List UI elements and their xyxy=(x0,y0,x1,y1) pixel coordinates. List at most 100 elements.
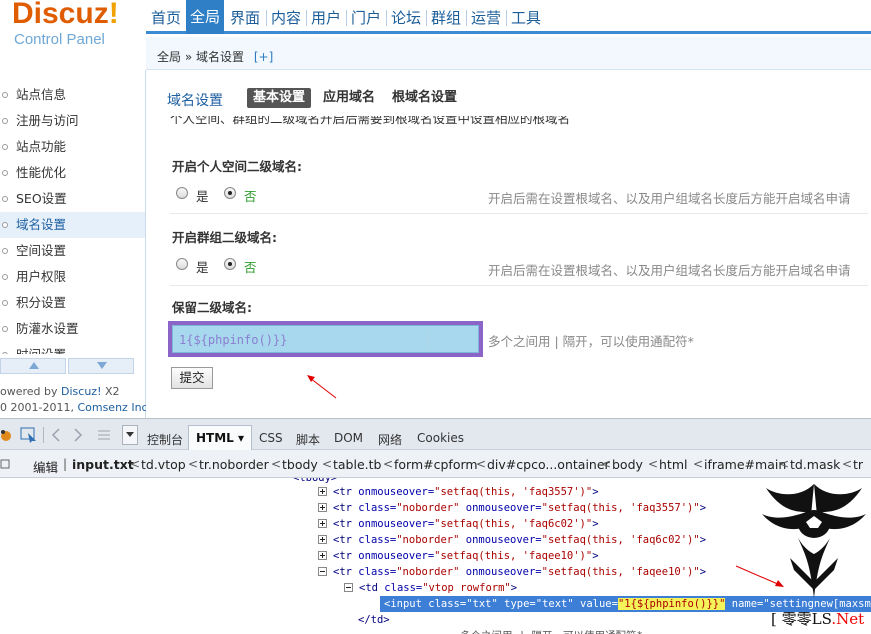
crumb-separator: < xyxy=(601,457,612,471)
topnav-users[interactable]: 用户 xyxy=(308,4,344,34)
sidebar-item-user-permissions[interactable]: 用户权限 xyxy=(0,264,145,290)
tab-app-domains[interactable]: 应用域名 xyxy=(317,88,381,108)
arrow-down-icon xyxy=(97,362,107,369)
collapse-icon[interactable] xyxy=(318,567,327,576)
sidebar-item-domain[interactable]: 域名设置 xyxy=(0,212,145,238)
code-line[interactable]: <tr class="noborder" onmouseover="setfaq… xyxy=(318,564,706,580)
crumb-body[interactable]: body xyxy=(612,457,643,472)
discuz-link[interactable]: Discuz! xyxy=(61,385,101,398)
tab-html[interactable]: HTML ▾ xyxy=(188,425,253,451)
expand-icon[interactable] xyxy=(318,519,327,528)
topnav-home[interactable]: 首页 xyxy=(148,4,184,34)
brand: Discuz! Control Panel xyxy=(0,0,146,70)
sidebar-item-credits[interactable]: 积分设置 xyxy=(0,290,145,316)
inspect-icon[interactable] xyxy=(20,427,38,443)
topnav-operations[interactable]: 运营 xyxy=(468,4,504,34)
devtools-toolbar: 控制台 HTML ▾ CSS 脚本 DOM 网络 Cookies xyxy=(0,418,871,451)
space-yes-radio[interactable] xyxy=(176,187,188,199)
crumb-html[interactable]: html xyxy=(659,457,687,472)
tab-console[interactable]: 控制台 xyxy=(147,431,183,448)
firebug-icon[interactable] xyxy=(0,427,16,443)
crumb-table[interactable]: table.tb xyxy=(333,457,381,472)
crumb-form[interactable]: form#cpform xyxy=(394,457,478,472)
sidebar-item-seo[interactable]: SEO设置 xyxy=(0,186,145,212)
tribal-watermark-icon xyxy=(762,484,866,598)
sidebar-item-performance[interactable]: 性能优化 xyxy=(0,160,145,186)
watermark-prefix: [ xyxy=(771,610,782,628)
crumb-td[interactable]: td.vtop xyxy=(141,457,186,472)
expand-icon[interactable] xyxy=(318,503,327,512)
sidebar-item-space[interactable]: 空间设置 xyxy=(0,238,145,264)
crumb-div[interactable]: div#cpco...ontainer xyxy=(487,457,610,472)
code-line[interactable]: <tr onmouseover="setfaq(this, 'faqee10')… xyxy=(318,548,599,564)
expand-icon[interactable] xyxy=(318,551,327,560)
tab-cookies[interactable]: Cookies xyxy=(417,431,464,445)
breadcrumb-separator: » xyxy=(184,50,193,64)
crumb-separator: < xyxy=(383,457,394,471)
space-no-radio[interactable] xyxy=(224,187,236,199)
crumb-td-mask[interactable]: td.mask xyxy=(790,457,840,472)
add-shortcut-link[interactable]: [+] xyxy=(254,50,273,64)
topnav-global[interactable]: 全局 xyxy=(186,0,225,34)
toolbar-divider xyxy=(43,427,44,443)
forward-icon[interactable] xyxy=(72,427,84,443)
topnav-forum[interactable]: 论坛 xyxy=(388,4,424,34)
crumb-tr-last[interactable]: tr xyxy=(853,457,863,472)
nav-divider xyxy=(266,10,267,26)
sidebar-item-anti-spam[interactable]: 防灌水设置 xyxy=(0,316,145,342)
submit-button[interactable]: 提交 xyxy=(171,367,213,389)
tab-root-domain[interactable]: 根域名设置 xyxy=(386,88,463,108)
tab-dom[interactable]: DOM xyxy=(334,431,363,445)
topnav-content[interactable]: 内容 xyxy=(268,4,304,34)
comsenz-link[interactable]: Comsenz Inc. xyxy=(77,401,151,414)
group-no-label: 否 xyxy=(244,260,257,275)
crumb-iframe[interactable]: iframe#main xyxy=(704,457,786,472)
code-line[interactable]: <tr onmouseover="setfaq(this, 'faq3557')… xyxy=(318,484,599,500)
topnav-group[interactable]: 群组 xyxy=(428,4,464,34)
sidebar-item-time[interactable]: 时间设置 xyxy=(0,342,145,354)
expand-icon[interactable] xyxy=(318,535,327,544)
tab-basic-settings[interactable]: 基本设置 xyxy=(247,88,312,108)
sidebar-menu: 站点信息 注册与访问 站点功能 性能优化 SEO设置 域名设置 空间设置 用户权… xyxy=(0,82,145,354)
topnav-portal[interactable]: 门户 xyxy=(348,4,384,34)
top-nav: 首页 全局 界面 内容 用户 门户 论坛 群组 运营 工具 xyxy=(146,0,871,34)
crumb-tbody[interactable]: tbody xyxy=(282,457,318,472)
tab-script[interactable]: 脚本 xyxy=(296,431,320,448)
code-line[interactable]: <td class="vtop rowform"> xyxy=(344,580,517,596)
sidebar-item-site-features[interactable]: 站点功能 xyxy=(0,134,145,160)
sidebar-item-register-access[interactable]: 注册与访问 xyxy=(0,108,145,134)
group-yes-radio[interactable] xyxy=(176,258,188,270)
code-line[interactable]: <tr onmouseover="setfaq(this, 'faq6c02')… xyxy=(318,516,599,532)
reserved-subdomain-input[interactable]: 1{${phpinfo()}} xyxy=(175,330,429,350)
breadcrumb-root[interactable]: 全局 xyxy=(157,50,181,64)
group-no-radio[interactable] xyxy=(224,258,236,270)
reserved-input-box: 1{${phpinfo()}} xyxy=(172,325,479,353)
topnav-tools[interactable]: 工具 xyxy=(508,4,544,34)
topnav-interface[interactable]: 界面 xyxy=(227,4,263,34)
code-line[interactable]: <tr class="noborder" onmouseover="setfaq… xyxy=(318,500,706,516)
scroll-down-button[interactable] xyxy=(68,358,134,374)
code-line[interactable]: <tr class="noborder" onmouseover="setfaq… xyxy=(318,532,706,548)
scroll-up-button[interactable] xyxy=(0,358,66,374)
crumb-edit[interactable]: 编辑 xyxy=(33,457,58,476)
pin-icon xyxy=(0,459,10,469)
space-subdomain-label: 开启个人空间二级域名: xyxy=(172,159,302,174)
watermark-name: 零零 xyxy=(781,610,812,628)
crumb-tr[interactable]: tr.noborder xyxy=(199,457,269,472)
collapse-icon[interactable] xyxy=(344,583,353,592)
crumb-separator: < xyxy=(842,457,853,471)
sidebar-item-site-info[interactable]: 站点信息 xyxy=(0,82,145,108)
powered-version: X2 xyxy=(101,385,120,398)
breadcrumb-current: 域名设置 xyxy=(196,50,245,64)
crumb-input[interactable]: input.txt xyxy=(72,457,134,472)
sidebar: 站点信息 注册与访问 站点功能 性能优化 SEO设置 域名设置 空间设置 用户权… xyxy=(0,70,151,418)
expand-icon[interactable] xyxy=(318,487,327,496)
list-icon[interactable] xyxy=(96,427,112,443)
crumb-separator: < xyxy=(188,457,199,471)
discuz-logo[interactable]: Discuz! xyxy=(12,0,119,31)
back-icon[interactable] xyxy=(50,427,62,443)
copyright-prefix: 0 2001-2011, xyxy=(0,401,78,414)
tab-css[interactable]: CSS xyxy=(259,431,283,445)
tab-network[interactable]: 网络 xyxy=(378,431,402,448)
powered-by: owered by Discuz! X2 0 2001-2011, Comsen… xyxy=(0,384,151,416)
